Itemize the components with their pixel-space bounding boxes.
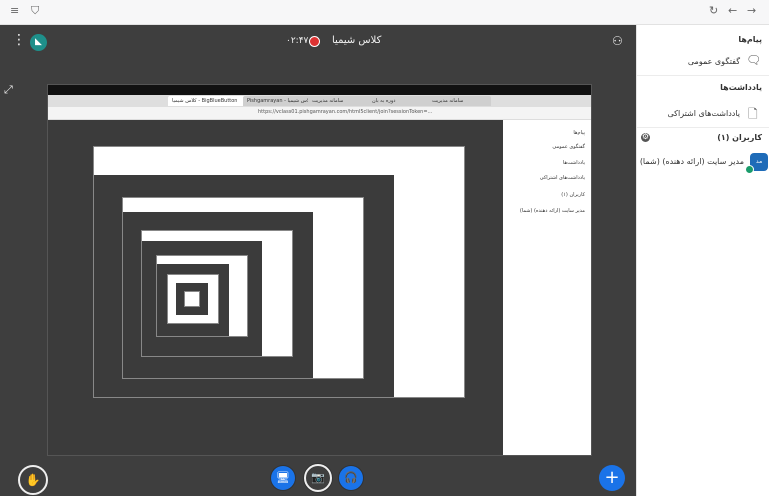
- camera-icon: 📷: [311, 471, 325, 484]
- shared-tab-bar: کلاس شیمیا - BigBlueButton Pishgamrayan …: [48, 95, 591, 107]
- nested-stage: [48, 120, 503, 455]
- public-chat-item[interactable]: گفتگوی عمومی: [688, 57, 740, 66]
- title-strip: [48, 85, 591, 95]
- shared-url-bar: https://vclass01.pishgamrayan.com/html5c…: [48, 107, 591, 120]
- shared-tab: سامانه مدیریت: [428, 96, 491, 106]
- camera-button[interactable]: 📷: [304, 464, 332, 492]
- nested-public-chat: گفتگوی عمومی: [552, 144, 585, 150]
- nested-frame-dark: [123, 212, 313, 378]
- actions-plus-button[interactable]: +: [599, 465, 625, 491]
- presentation-stage: ⋮ ◣ ۰۲:۴۷ کلاس شیمیا ⚇ ⤢ کلاس شیمیا - Bi…: [0, 25, 636, 496]
- share-screen-button[interactable]: 🖥: [271, 466, 295, 490]
- nested-frame-dark: [176, 283, 208, 315]
- record-icon[interactable]: [309, 36, 320, 47]
- divider: [637, 127, 769, 128]
- divider: [637, 75, 769, 76]
- shared-tab: دوره به بان: [368, 96, 431, 106]
- shield-icon[interactable]: ⛉: [31, 4, 39, 18]
- notes-section-title: یادداشت‌ها: [720, 83, 762, 92]
- users-section-title: کاربران (۱): [717, 133, 762, 142]
- app-logo: ◣: [30, 34, 47, 51]
- nested-frame: [167, 274, 219, 324]
- raise-hand-button[interactable]: ✋: [18, 465, 48, 495]
- user-status-icon: [745, 165, 754, 174]
- nested-frame: [93, 146, 465, 398]
- nested-frame: [156, 255, 248, 337]
- nested-frame-dark: [94, 175, 394, 397]
- shared-url: https://vclass01.pishgamrayan.com/html5c…: [258, 109, 433, 115]
- hand-icon: ✋: [25, 473, 41, 487]
- forward-icon[interactable]: →: [747, 4, 756, 18]
- messages-section-title: پیام‌ها: [738, 35, 762, 44]
- nested-frame-dark: [157, 264, 229, 336]
- nested-sidebar: پیام‌ها گفتگوی عمومی یادداشت‌ها یادداشت‌…: [503, 120, 591, 455]
- recording-timer: ۰۲:۴۷: [286, 36, 309, 46]
- nested-shared-notes: یادداشت‌های اشتراکی: [539, 175, 585, 181]
- nested-frame: [122, 197, 364, 379]
- reload-icon[interactable]: ↻: [709, 4, 718, 18]
- shared-tab: Pishgamrayan - کلاس شیمیا: [243, 96, 311, 106]
- nested-notes-title: یادداشت‌ها: [562, 160, 585, 166]
- browser-toolbar: ≡ ⛉ ↻ ← →: [0, 0, 769, 25]
- options-menu-icon[interactable]: ⋮: [12, 33, 26, 47]
- audio-button[interactable]: 🎧: [339, 466, 363, 490]
- user-list-item[interactable]: مدیر سایت (ارائه دهنده) (شما): [640, 157, 744, 166]
- meeting-title: کلاس شیمیا: [332, 35, 382, 46]
- screen-icon: 🖥: [276, 471, 290, 484]
- nested-users-title: کاربران (۱): [561, 192, 585, 198]
- nested-frame-dark: [142, 241, 262, 356]
- screenshare-view: کلاس شیمیا - BigBlueButton Pishgamrayan …: [47, 84, 592, 456]
- notes-icon: 🗋: [748, 107, 758, 121]
- users-toggle-icon[interactable]: ⚇: [612, 34, 623, 48]
- menu-icon[interactable]: ≡: [10, 4, 19, 18]
- bottom-edge: [0, 496, 769, 500]
- chat-bubble-icon: 🗨: [746, 53, 762, 67]
- headphones-icon: 🎧: [344, 471, 358, 484]
- meeting-topbar: ⋮ ◣ ۰۲:۴۷ کلاس شیمیا ⚇: [0, 25, 636, 59]
- shared-tab: کلاس شیمیا - BigBlueButton: [168, 96, 246, 106]
- nested-user-name: مدیر سایت (ارائه دهنده) (شما): [519, 208, 585, 214]
- shared-tab: سامانه مدیریت: [308, 96, 371, 106]
- nested-frame: [184, 291, 200, 307]
- settings-gear-icon[interactable]: ⚙: [641, 133, 650, 142]
- right-sidebar: پیام‌ها 🗨 گفتگوی عمومی یادداشت‌ها 🗋 یادد…: [636, 25, 769, 496]
- nested-frame: [141, 230, 293, 357]
- nested-messages-title: پیام‌ها: [573, 130, 585, 136]
- fullscreen-icon[interactable]: ⤢: [4, 83, 13, 97]
- back-icon[interactable]: ←: [728, 4, 737, 18]
- shared-notes-item[interactable]: یادداشت‌های اشتراکی: [668, 109, 740, 118]
- plus-icon: +: [604, 467, 620, 488]
